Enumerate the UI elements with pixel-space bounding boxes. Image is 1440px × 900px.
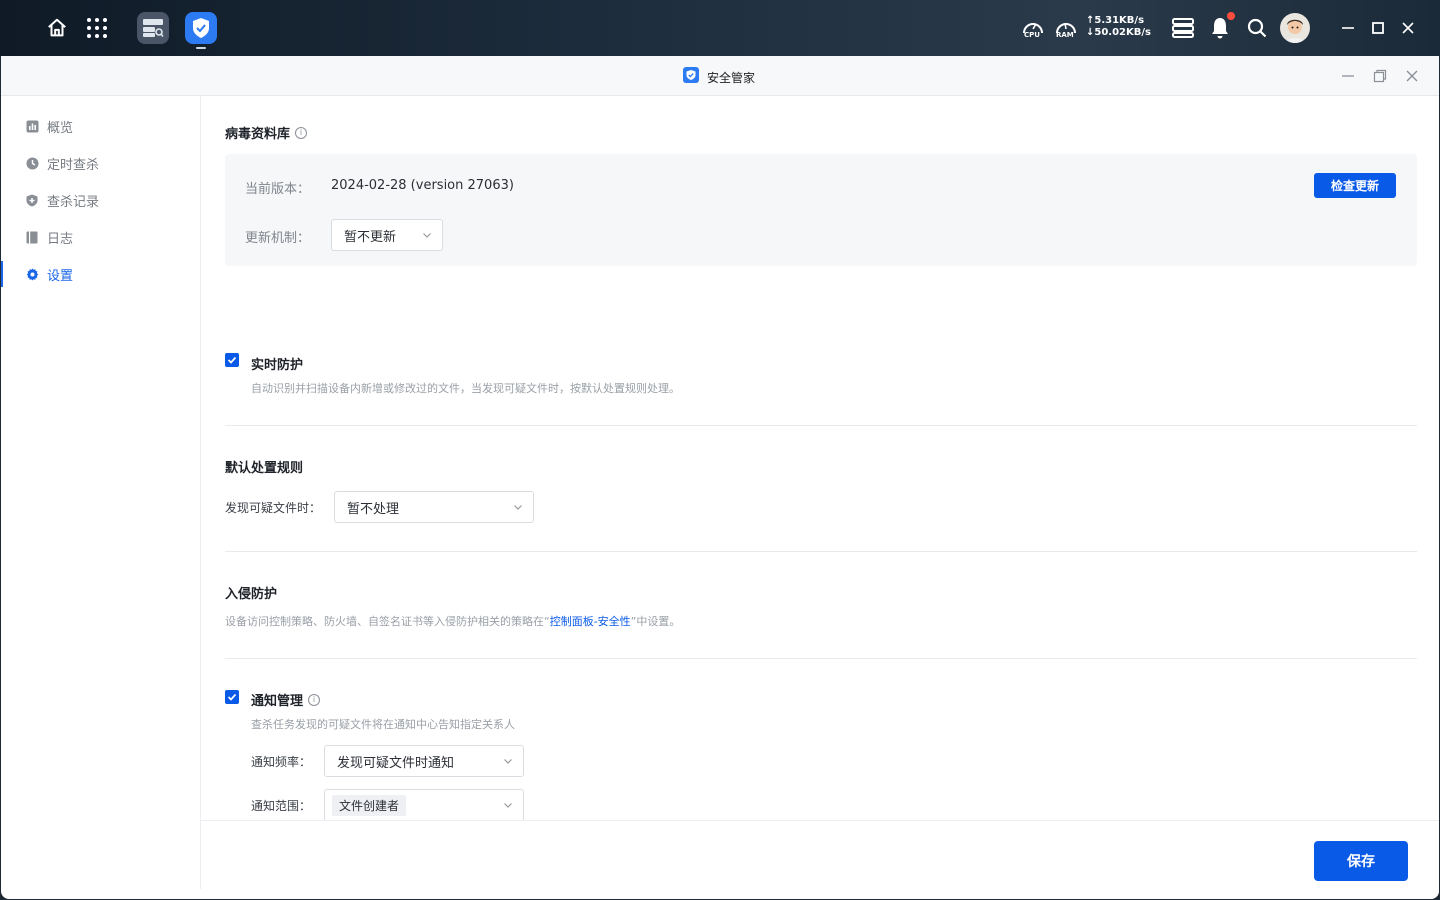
sidebar-item-label: 查杀记录 (47, 194, 100, 210)
default-rule-title: 默认处置规则 (225, 461, 304, 476)
virus-db-title: 病毒资料库 i (225, 123, 308, 142)
footer-bar: 保存 (201, 820, 1439, 899)
sidebar-item-label: 概览 (47, 120, 74, 136)
security-manager-window: 安全管家 概览 定时查杀 查杀记录 日志 设置 病毒资料库 i 当前版本： 20… (1, 56, 1439, 899)
realtime-protection-title: 实时防护 (251, 358, 304, 373)
clock-icon (25, 156, 39, 170)
chevron-down-icon (503, 799, 513, 814)
version-label: 当前版本： (245, 182, 311, 197)
window-minimize-icon[interactable] (1341, 68, 1355, 87)
default-rule-select[interactable]: 暂不处理 (334, 491, 534, 523)
check-update-button[interactable]: 检查更新 (1314, 173, 1396, 198)
chevron-down-icon (503, 755, 513, 770)
security-app-small-icon (683, 67, 699, 87)
search-icon[interactable] (1245, 16, 1269, 40)
intrusion-title: 入侵防护 (225, 587, 278, 602)
notification-title: 通知管理 i (251, 690, 321, 709)
info-icon[interactable]: i (308, 693, 321, 706)
home-icon[interactable] (44, 15, 70, 41)
sidebar-item-settings[interactable]: 设置 (1, 259, 200, 289)
notify-scope-select[interactable]: 文件创建者 (324, 789, 524, 821)
sidebar-item-scheduled-scan[interactable]: 定时查杀 (1, 148, 200, 178)
update-mode-label: 更新机制： (245, 231, 311, 246)
virus-db-title-text: 病毒资料库 (225, 127, 291, 142)
window-restore-icon[interactable] (1373, 68, 1387, 87)
section-divider (225, 425, 1417, 426)
minimize-all-icon[interactable] (1338, 18, 1358, 38)
check-icon (227, 356, 237, 364)
section-divider (225, 551, 1417, 552)
window-close-icon[interactable] (1405, 68, 1419, 87)
close-system-icon[interactable] (1398, 18, 1418, 38)
default-rule-label: 发现可疑文件时： (225, 501, 322, 515)
intrusion-desc: 设备访问控制策略、防火墙、自签名证书等入侵防护相关的策略在“控制面板-安全性”中… (225, 613, 680, 629)
security-app-icon[interactable] (185, 12, 217, 44)
user-avatar[interactable] (1280, 13, 1310, 43)
download-speed: ↓50.02KB/s (1086, 27, 1151, 38)
sidebar-item-label: 定时查杀 (47, 157, 100, 173)
maximize-icon[interactable] (1368, 18, 1388, 38)
active-app-indicator (196, 47, 206, 49)
notification-checkbox[interactable] (225, 690, 239, 704)
cpu-label: CPU (1024, 31, 1040, 39)
notification-badge (1227, 12, 1235, 20)
window-titlebar[interactable]: 安全管家 (1, 56, 1439, 96)
settings-panel: 病毒资料库 i 当前版本： 2024-02-28 (version 27063)… (201, 96, 1439, 859)
version-value: 2024-02-28 (version 27063) (331, 178, 514, 193)
log-book-icon (25, 230, 39, 244)
intrusion-desc-prefix: 设备访问控制策略、防火墙、自签名证书等入侵防护相关的策略在“ (225, 615, 550, 628)
info-icon[interactable]: i (295, 126, 308, 139)
system-taskbar: CPU RAM ↑5.31KB/s ↓50.02KB/s (0, 0, 1440, 56)
notify-frequency-value: 发现可疑文件时通知 (337, 755, 455, 771)
window-title-group: 安全管家 (683, 67, 755, 87)
notification-desc: 查杀任务发现的可疑文件将在通知中心告知指定关系人 (251, 718, 515, 731)
storage-manager-app-icon[interactable] (137, 12, 169, 44)
window-title: 安全管家 (707, 70, 756, 85)
overview-icon (25, 119, 39, 133)
notification-title-text: 通知管理 (251, 694, 304, 709)
sidebar-item-label: 日志 (47, 231, 74, 247)
save-button[interactable]: 保存 (1314, 841, 1408, 881)
sidebar-item-logs[interactable]: 日志 (1, 222, 200, 252)
virus-db-card: 当前版本： 2024-02-28 (version 27063) 检查更新 更新… (225, 154, 1417, 266)
notify-frequency-label: 通知频率： (251, 755, 312, 769)
control-panel-security-link[interactable]: 控制面板-安全性 (550, 615, 631, 628)
update-mode-value: 暂不更新 (344, 229, 397, 245)
upload-speed: ↑5.31KB/s (1086, 15, 1145, 26)
sidebar-nav: 概览 定时查杀 查杀记录 日志 设置 (1, 96, 201, 889)
sidebar-item-overview[interactable]: 概览 (1, 111, 200, 141)
notify-scope-tag: 文件创建者 (332, 794, 407, 816)
task-list-icon[interactable] (1170, 16, 1196, 40)
shield-plus-icon (25, 193, 39, 207)
ram-label: RAM (1056, 31, 1074, 39)
realtime-protection-desc: 自动识别并扫描设备内新增或修改过的文件，当发现可疑文件时，按默认处置规则处理。 (251, 382, 680, 395)
notify-frequency-select[interactable]: 发现可疑文件时通知 (324, 745, 524, 777)
chevron-down-icon (513, 501, 523, 516)
chevron-down-icon (422, 229, 432, 244)
gear-icon (25, 267, 39, 281)
realtime-protection-checkbox[interactable] (225, 353, 239, 367)
section-divider (225, 658, 1417, 659)
sidebar-item-scan-records[interactable]: 查杀记录 (1, 185, 200, 215)
update-mode-select[interactable]: 暂不更新 (331, 219, 443, 251)
intrusion-desc-suffix: ”中设置。 (630, 615, 681, 628)
check-icon (227, 693, 237, 701)
default-rule-value: 暂不处理 (347, 501, 400, 517)
network-speed[interactable]: ↑5.31KB/s ↓50.02KB/s (1086, 15, 1151, 39)
notify-scope-label: 通知范围： (251, 799, 312, 813)
app-grid-icon[interactable] (84, 15, 110, 41)
sidebar-item-label: 设置 (47, 268, 74, 284)
